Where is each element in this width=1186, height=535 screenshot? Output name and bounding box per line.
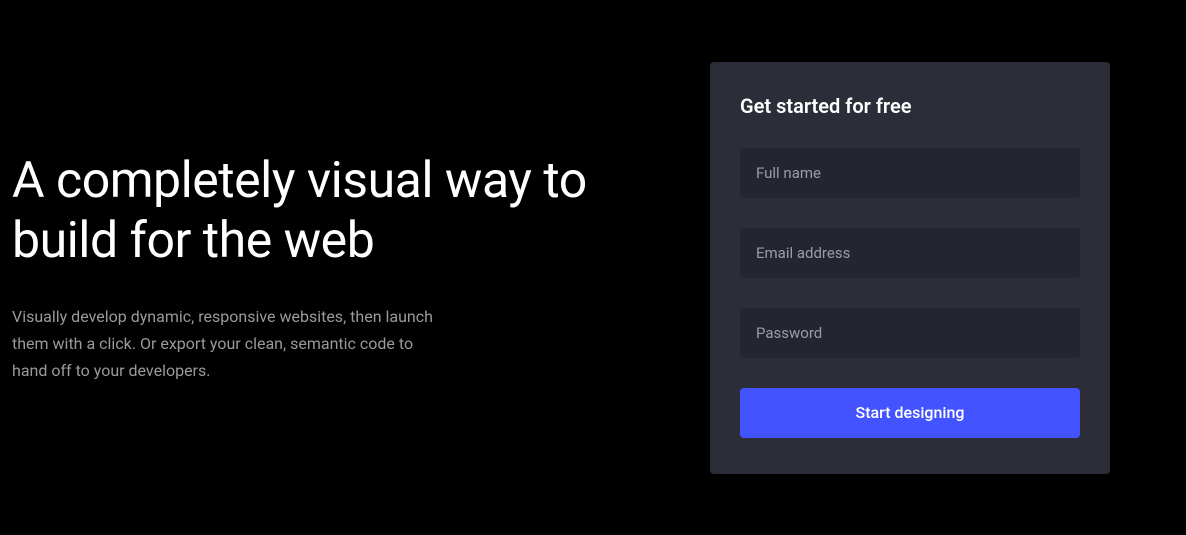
signup-card: Get started for free Start designing xyxy=(710,62,1110,474)
hero-description: Visually develop dynamic, responsive web… xyxy=(12,303,452,385)
fullname-input[interactable] xyxy=(740,148,1080,198)
password-input[interactable] xyxy=(740,308,1080,358)
email-input[interactable] xyxy=(740,228,1080,278)
start-designing-button[interactable]: Start designing xyxy=(740,388,1080,438)
signup-title: Get started for free xyxy=(740,94,1080,118)
hero-section: A completely visual way to build for the… xyxy=(12,151,710,385)
hero-heading: A completely visual way to build for the… xyxy=(12,151,650,271)
